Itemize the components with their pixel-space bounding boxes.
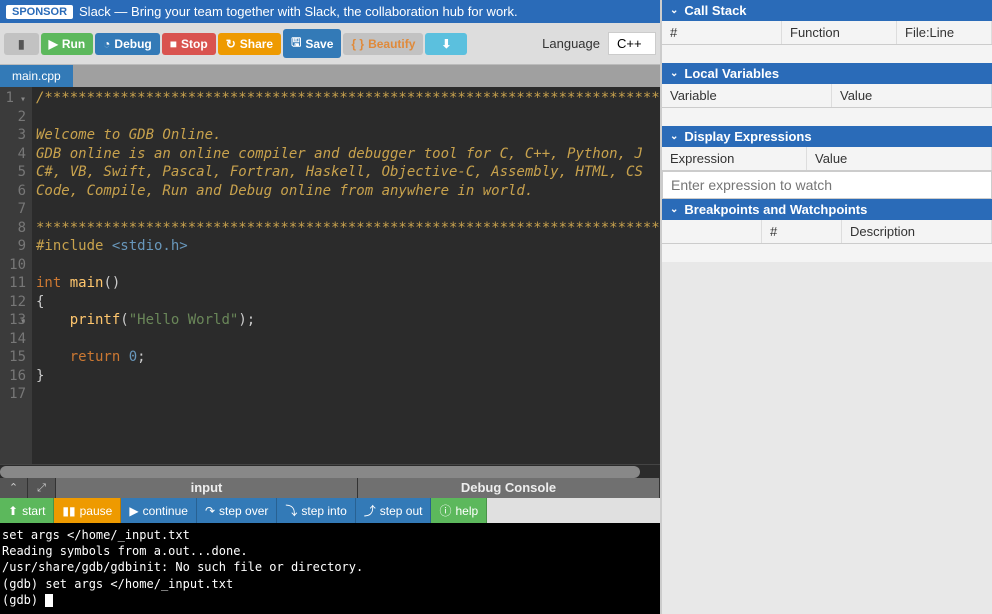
call-stack-body — [662, 45, 992, 63]
chevron-down-icon: ⌄ — [670, 204, 678, 215]
expand-button[interactable]: ⤢ — [28, 478, 56, 498]
col-function: Function — [782, 21, 897, 44]
sponsor-badge: SPONSOR — [6, 5, 73, 19]
step-over-icon: ↷ — [205, 504, 215, 518]
panel-call-stack-header[interactable]: ⌄ Call Stack — [662, 0, 992, 21]
tab-main-cpp[interactable]: main.cpp — [0, 65, 73, 87]
save-button[interactable]: 🖫 Save — [283, 29, 341, 58]
download-icon: ⬇ — [441, 37, 451, 51]
braces-icon: { } — [351, 37, 364, 51]
col-file-line: File:Line — [897, 21, 992, 44]
col-variable: Variable — [662, 84, 832, 107]
debug-controls: ⬆ start ▮▮ pause ▶ continue ↷ step over … — [0, 498, 660, 523]
clock-icon: ◔ — [103, 37, 110, 51]
tab-input[interactable]: input — [56, 478, 358, 498]
dbg-step-out-label: step out — [380, 504, 423, 518]
chevron-down-icon: ⌄ — [670, 68, 678, 79]
share-button[interactable]: ↻ Share — [218, 33, 281, 55]
display-expr-columns: Expression Value — [662, 147, 992, 171]
chevron-down-icon: ⌄ — [670, 131, 678, 142]
sponsor-text: Slack — Bring your team together with Sl… — [79, 4, 518, 19]
run-label: Run — [62, 37, 85, 51]
col-bp-num: # — [762, 220, 842, 243]
expression-input[interactable] — [662, 171, 992, 199]
col-bp-checkbox — [662, 220, 762, 243]
hscroll-thumb[interactable] — [0, 466, 640, 478]
right-filler — [662, 262, 992, 614]
dbg-step-into-button[interactable]: ⤵ step into — [277, 498, 355, 523]
dbg-step-over-button[interactable]: ↷ step over — [197, 498, 277, 523]
step-into-icon: ⤵ — [285, 502, 297, 519]
dbg-pause-label: pause — [80, 504, 113, 518]
step-out-icon: ⤴ — [364, 502, 376, 519]
beautify-label: Beautify — [368, 37, 415, 51]
call-stack-columns: # Function File:Line — [662, 21, 992, 45]
download-button[interactable]: ⬇ — [425, 33, 467, 55]
panel-local-vars-header[interactable]: ⌄ Local Variables — [662, 63, 992, 84]
toolbar: ▮ ▶ Run ◔ Debug ■ Stop ↻ Share 🖫 Save — [0, 23, 660, 65]
editor-hscroll[interactable] — [0, 464, 660, 478]
debug-console[interactable]: set args </home/_input.txtReading symbol… — [0, 523, 660, 614]
col-bp-desc: Description — [842, 220, 992, 243]
local-vars-body — [662, 108, 992, 126]
local-vars-title: Local Variables — [684, 66, 779, 81]
call-stack-title: Call Stack — [684, 3, 746, 18]
stop-button[interactable]: ■ Stop — [162, 33, 216, 55]
save-label: Save — [305, 37, 333, 51]
save-icon: 🖫 — [291, 33, 301, 54]
editor-tab-bar: main.cpp — [0, 65, 660, 87]
dbg-step-over-label: step over — [219, 504, 268, 518]
stop-label: Stop — [181, 37, 208, 51]
collapse-up-button[interactable]: ⌃ — [0, 478, 28, 498]
lower-tab-bar: ⌃ ⤢ input Debug Console — [0, 478, 660, 498]
dbg-continue-button[interactable]: ▶ continue — [121, 498, 197, 523]
pause-icon: ▮▮ — [62, 504, 75, 518]
file-icon: ▮ — [18, 37, 25, 51]
dbg-start-button[interactable]: ⬆ start — [0, 498, 54, 523]
lower-panel: ⌃ ⤢ input Debug Console ⬆ start ▮▮ pause… — [0, 478, 660, 614]
panel-breakpoints-header[interactable]: ⌄ Breakpoints and Watchpoints — [662, 199, 992, 220]
tab-debug-console[interactable]: Debug Console — [358, 478, 660, 498]
dbg-help-label: help — [455, 504, 478, 518]
sponsor-bar[interactable]: SPONSOR Slack — Bring your team together… — [0, 0, 660, 23]
gutter: 1 ▾23456789101112 ▾1314151617 — [0, 87, 32, 464]
dbg-help-button[interactable]: ⓘ help — [431, 498, 487, 523]
debug-label: Debug — [114, 37, 151, 51]
right-pane: ⌄ Call Stack # Function File:Line ⌄ Loca… — [660, 0, 992, 614]
share-icon: ↻ — [226, 37, 236, 51]
breakpoints-title: Breakpoints and Watchpoints — [684, 202, 867, 217]
dbg-pause-button[interactable]: ▮▮ pause — [54, 498, 121, 523]
run-button[interactable]: ▶ Run — [41, 33, 94, 55]
col-value: Value — [832, 84, 992, 107]
local-vars-columns: Variable Value — [662, 84, 992, 108]
play-icon: ▶ — [129, 504, 138, 518]
info-icon: ⓘ — [439, 502, 451, 519]
col-value: Value — [807, 147, 992, 170]
share-label: Share — [240, 37, 273, 51]
stop-icon: ■ — [170, 37, 177, 51]
upload-icon: ⬆ — [8, 504, 18, 518]
chevron-down-icon: ⌄ — [670, 5, 678, 16]
panel-display-expr-header[interactable]: ⌄ Display Expressions — [662, 126, 992, 147]
play-icon: ▶ — [49, 37, 58, 51]
language-select[interactable]: C++ — [608, 32, 656, 55]
new-file-button[interactable]: ▮ — [4, 33, 39, 55]
dbg-start-label: start — [22, 504, 45, 518]
code-editor[interactable]: 1 ▾23456789101112 ▾1314151617 /*********… — [0, 87, 660, 464]
code-area[interactable]: /***************************************… — [32, 87, 660, 464]
breakpoints-body — [662, 244, 992, 262]
debug-button[interactable]: ◔ Debug — [95, 33, 160, 55]
dbg-continue-label: continue — [143, 504, 188, 518]
language-label: Language — [542, 36, 606, 51]
lower-tab-controls: ⌃ ⤢ — [0, 478, 56, 498]
display-expr-title: Display Expressions — [684, 129, 811, 144]
beautify-button[interactable]: { } Beautify — [343, 33, 423, 55]
dbg-step-out-button[interactable]: ⤴ step out — [356, 498, 432, 523]
breakpoints-columns: # Description — [662, 220, 992, 244]
col-expression: Expression — [662, 147, 807, 170]
col-num: # — [662, 21, 782, 44]
dbg-step-into-label: step into — [301, 504, 346, 518]
